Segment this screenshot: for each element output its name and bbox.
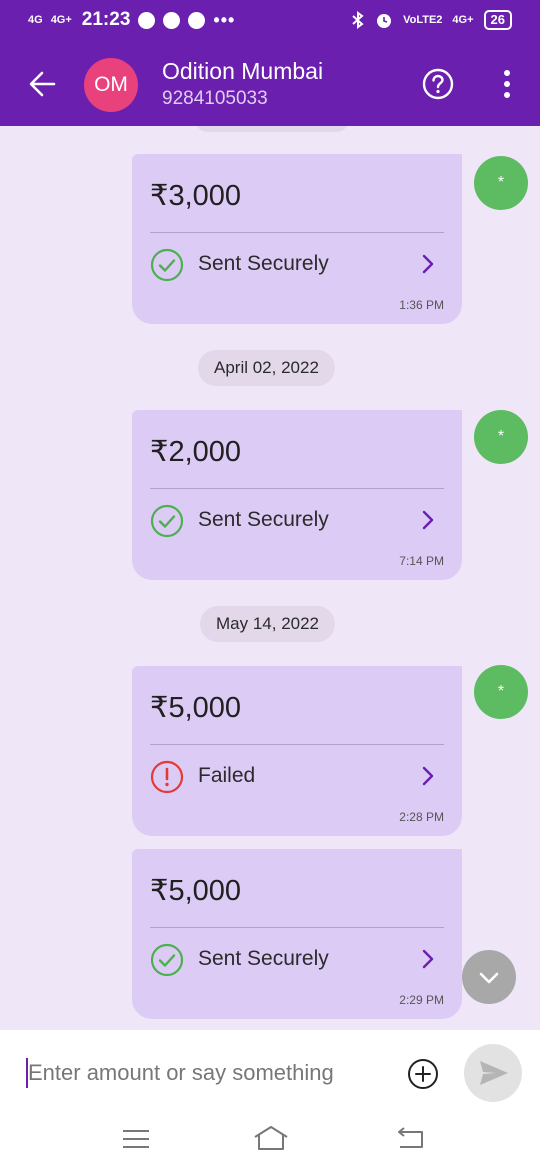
payment-status: Sent Securely: [198, 508, 329, 531]
chat-header: OM Odition Mumbai 9284105033: [0, 42, 540, 126]
payment-amount: ₹5,000: [150, 875, 242, 907]
nav-recents-button[interactable]: [122, 1128, 150, 1150]
payment-amount: ₹3,000: [150, 180, 242, 212]
menu-lines-icon: [123, 1130, 149, 1148]
sender-avatar: *: [474, 665, 528, 719]
message-time: 7:14 PM: [399, 554, 444, 568]
payment-bubble[interactable]: ₹2,000 Sent Securely 7:14 PM: [132, 410, 462, 580]
sender-avatar: *: [474, 156, 528, 210]
scroll-to-bottom-button[interactable]: [462, 950, 516, 1004]
battery-indicator: 26: [483, 10, 512, 30]
send-button[interactable]: [464, 1044, 522, 1102]
contact-phone: 9284105033: [162, 88, 268, 109]
more-notifications-icon: •••: [213, 9, 236, 30]
notification-icon: [138, 11, 156, 29]
network-indicator-2: 4G+: [50, 14, 72, 26]
chevron-down-icon: [479, 972, 499, 984]
payment-bubble[interactable]: ₹5,000 Failed 2:28 PM: [132, 666, 462, 836]
date-separator: May 14, 2022: [200, 606, 336, 642]
date-separator: April 02, 2022: [198, 350, 335, 386]
back-arrow-icon: [29, 71, 56, 97]
message-time: 2:29 PM: [399, 993, 444, 1007]
overflow-menu-button[interactable]: [496, 68, 518, 100]
nav-home-button[interactable]: [253, 1124, 289, 1152]
status-bar: 4G 4G+ 21:23 ••• VoLTE2 4G+ 26: [0, 0, 540, 42]
help-icon: [422, 68, 454, 100]
help-button[interactable]: [422, 68, 454, 100]
divider: [150, 232, 444, 233]
contact-avatar[interactable]: OM: [84, 58, 138, 112]
payment-status: Sent Securely: [198, 252, 329, 275]
payment-amount: ₹5,000: [150, 692, 242, 724]
more-vert-icon: [504, 70, 510, 98]
payment-bubble[interactable]: ₹3,000 Sent Securely 1:36 PM: [132, 154, 462, 324]
home-icon: [254, 1126, 288, 1150]
chat-thread[interactable]: ₹3,000 Sent Securely 1:36 PM * April 02,…: [0, 126, 540, 1030]
back-button[interactable]: [28, 64, 58, 104]
composer-bar: [0, 1030, 540, 1170]
payment-amount: ₹2,000: [150, 436, 242, 468]
chevron-right-icon[interactable]: [420, 947, 436, 971]
nav-back-button[interactable]: [396, 1126, 426, 1150]
chevron-right-icon[interactable]: [420, 508, 436, 532]
payment-status: Failed: [198, 764, 256, 787]
payment-status: Sent Securely: [198, 947, 329, 970]
add-attachment-button[interactable]: [406, 1057, 440, 1091]
message-time: 1:36 PM: [399, 298, 444, 312]
message-time: 2:28 PM: [399, 810, 444, 824]
check-circle-icon: [150, 248, 184, 282]
network-indicator-3: 4G+: [452, 14, 474, 26]
divider: [150, 744, 444, 745]
clock: 21:23: [81, 9, 131, 30]
send-icon: [480, 1061, 508, 1085]
message-input[interactable]: [28, 1054, 388, 1092]
error-circle-icon: [150, 760, 184, 794]
alarm-icon: [375, 11, 393, 29]
bluetooth-icon: [351, 11, 365, 29]
payment-bubble[interactable]: ₹5,000 Sent Securely 2:29 PM: [132, 849, 462, 1019]
app-notification-icon: [188, 11, 206, 29]
contact-name[interactable]: Odition Mumbai: [162, 58, 323, 85]
chevron-right-icon[interactable]: [420, 764, 436, 788]
sender-avatar: *: [474, 410, 528, 464]
divider: [150, 488, 444, 489]
volte-indicator: VoLTE2: [403, 14, 443, 26]
network-indicator-1: 4G: [28, 14, 43, 26]
messenger-icon: [163, 11, 181, 29]
date-pill-partial: [196, 126, 348, 132]
chevron-right-icon[interactable]: [420, 252, 436, 276]
divider: [150, 927, 444, 928]
add-circle-icon: [408, 1059, 438, 1089]
check-circle-icon: [150, 504, 184, 538]
return-icon: [398, 1127, 423, 1148]
check-circle-icon: [150, 943, 184, 977]
